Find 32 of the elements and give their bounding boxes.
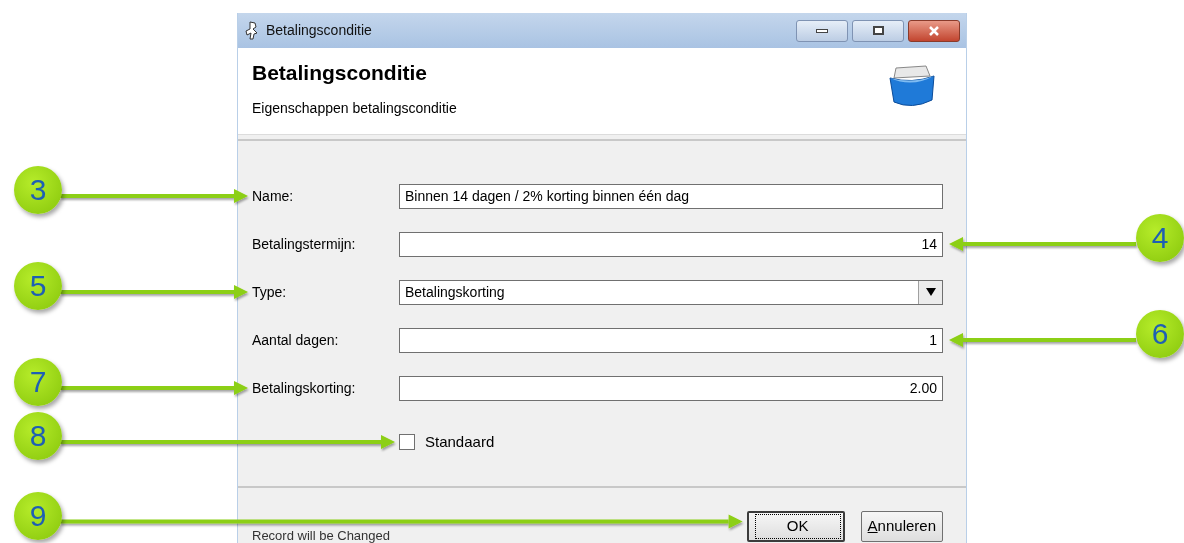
text-field[interactable]: Binnen 14 dagen / 2% korting binnen één dag: [399, 183, 943, 209]
box-icon: [886, 62, 938, 108]
text-field[interactable]: 1: [399, 327, 943, 353]
minimize-button[interactable]: [796, 19, 848, 42]
text-field[interactable]: 2.00: [399, 375, 943, 401]
figure-icon: [244, 20, 260, 41]
checkbox[interactable]: [399, 434, 415, 450]
callout-badge: 5: [14, 262, 62, 310]
dialog-button[interactable]: OK: [746, 511, 845, 542]
dialog-button[interactable]: Annuleren: [860, 511, 943, 542]
callout-badge: 8: [14, 412, 62, 460]
field-label: Type:: [252, 282, 288, 302]
field-label: Name:: [252, 186, 295, 206]
status-text: Record will be Changed: [252, 526, 392, 543]
header-title: Betalingsconditie: [252, 60, 429, 86]
maximize-button[interactable]: [852, 19, 904, 42]
callout-badge: 9: [14, 491, 62, 540]
dropdown-value: Betalingskorting: [404, 282, 506, 302]
field-label: Betalingskorting:: [252, 378, 357, 398]
type-dropdown[interactable]: Betalingskorting: [399, 279, 943, 305]
close-icon: [928, 25, 940, 36]
header-subtitle: Eigenschappen betalingsconditie: [252, 99, 457, 119]
window-title: Betalingsconditie: [266, 21, 372, 40]
close-button[interactable]: [908, 19, 960, 42]
callout-badge: 4: [1136, 214, 1184, 262]
checkbox-label: Standaard: [425, 431, 495, 452]
field-label: Aantal dagen:: [252, 330, 340, 350]
text-field[interactable]: 14: [399, 231, 943, 257]
callout-badge: 3: [14, 166, 62, 214]
callout-badge: 7: [14, 358, 62, 406]
field-label: Betalingstermijn:: [252, 234, 357, 254]
callout-badge: 6: [1136, 310, 1184, 358]
